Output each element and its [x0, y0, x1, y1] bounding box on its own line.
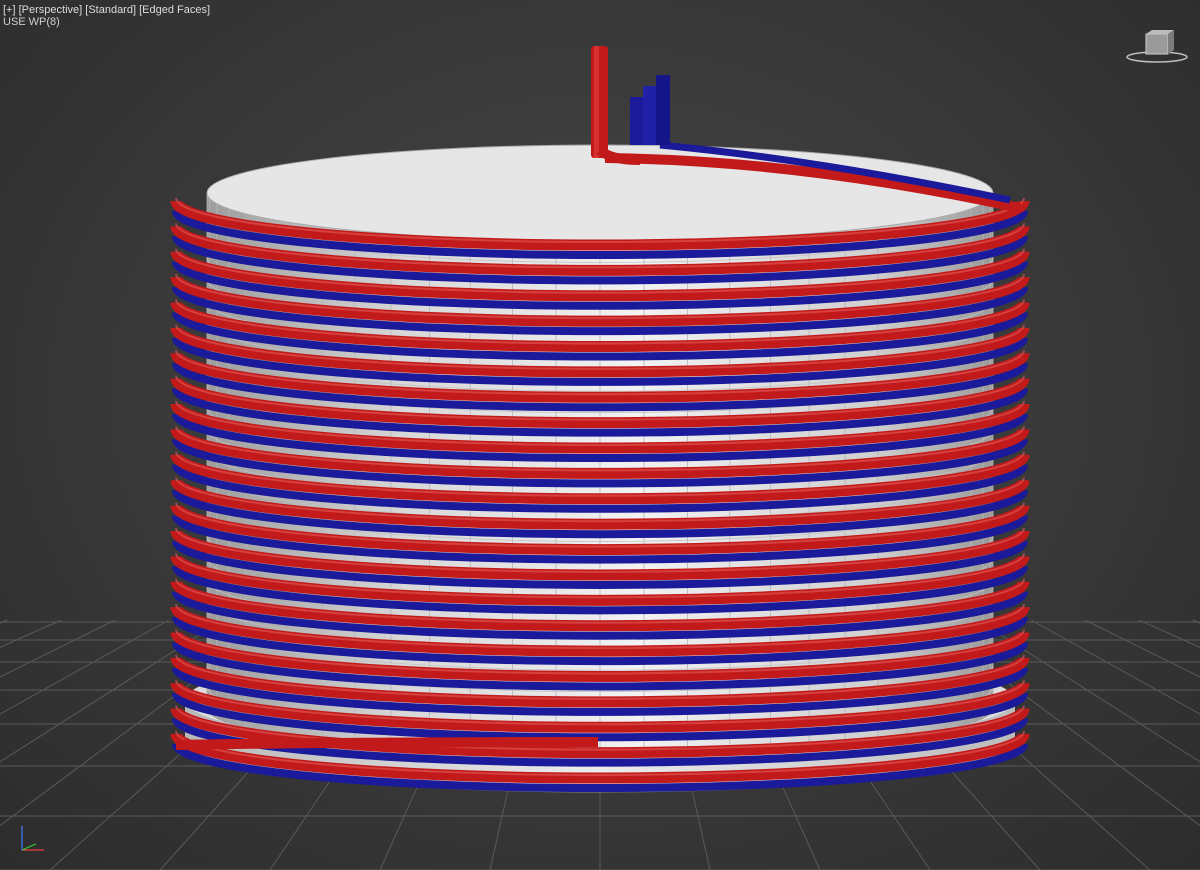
- viewport-view-menu[interactable]: [Perspective]: [19, 4, 83, 16]
- viewport-edges-menu[interactable]: [Edged Faces]: [139, 4, 210, 16]
- inlet-pipes: [591, 46, 670, 165]
- viewport-menu-label: [+] [Perspective] [Standard] [Edged Face…: [3, 4, 210, 16]
- viewcube-icon[interactable]: [1126, 28, 1188, 64]
- coil-bottom-end-red: [175, 737, 599, 750]
- blue-inlet-pipe: [630, 75, 670, 145]
- viewport-shading-menu[interactable]: [Standard]: [85, 4, 136, 16]
- viewport-scene[interactable]: [0, 0, 1200, 870]
- axis-tripod-icon: [21, 826, 44, 851]
- viewport-perspective[interactable]: [+] [Perspective] [Standard] [Edged Face…: [0, 0, 1200, 870]
- viewport-plus-menu[interactable]: [+]: [3, 4, 16, 16]
- viewport-status-label: USE WP(8): [3, 16, 60, 28]
